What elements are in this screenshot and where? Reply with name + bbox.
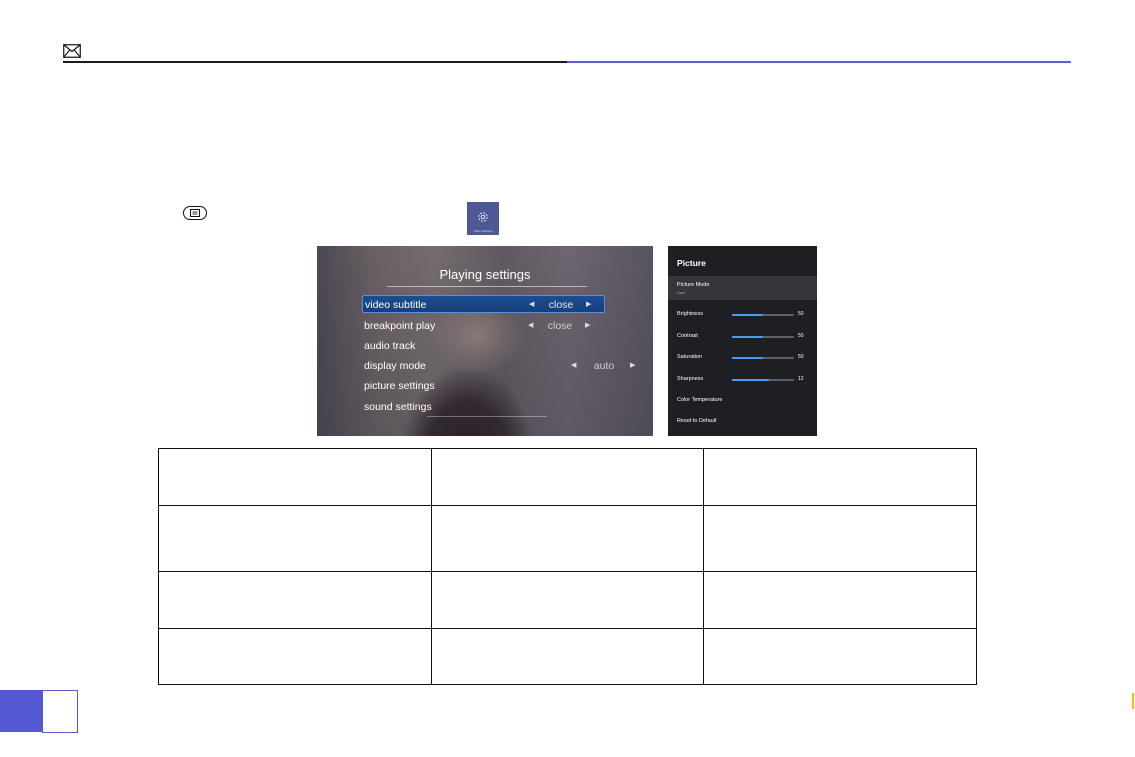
menu-row-value: auto: [593, 360, 615, 372]
slider-value: 12: [798, 376, 804, 382]
picture-mode-value: User: [677, 290, 686, 295]
table-cell: [431, 505, 704, 572]
table-cell: [703, 505, 977, 572]
slider-value: 50: [798, 311, 804, 317]
saturation-slider[interactable]: [732, 357, 794, 359]
settings-tile-label: Other Settings: [473, 229, 493, 233]
menu-row-label: picture settings: [364, 380, 435, 392]
reset-to-default-item[interactable]: Reset to Default: [677, 418, 716, 424]
page-number-tab: [0, 690, 42, 732]
slider-fill: [732, 314, 763, 316]
envelope-icon: [63, 44, 81, 58]
color-temperature-item[interactable]: Color Temperature: [677, 397, 722, 403]
table-cell: [158, 628, 432, 685]
table-cell: [431, 628, 704, 685]
contrast-row[interactable]: Contrast 50: [677, 333, 811, 343]
menu-row-display-mode[interactable]: display mode ◀ auto ▶: [362, 357, 635, 375]
slider-label: Contrast: [677, 333, 698, 339]
brightness-row[interactable]: Brightness 50: [677, 311, 811, 321]
sharpness-slider[interactable]: [732, 379, 794, 381]
menu-row-audio-track[interactable]: audio track: [362, 337, 605, 355]
table-row: [158, 628, 977, 685]
menu-row-label: display mode: [364, 360, 426, 372]
slider-value: 50: [798, 333, 804, 339]
title-divider: [387, 286, 587, 287]
menu-row-breakpoint-play[interactable]: breakpoint play ◀ close ▶: [362, 317, 605, 335]
table-row: [158, 571, 977, 629]
menu-key-icon: [183, 206, 207, 220]
page-number-box: [42, 690, 78, 733]
menu-row-sound-settings[interactable]: sound settings: [362, 398, 605, 416]
table-cell: [158, 571, 432, 629]
menu-row-value: close: [547, 320, 573, 332]
playing-settings-screen: Playing settings video subtitle ◀ close …: [317, 246, 653, 436]
menu-row-video-subtitle[interactable]: video subtitle ◀ close ▶: [362, 295, 605, 313]
arrow-left-icon[interactable]: ◀: [528, 317, 533, 335]
playing-settings-title: Playing settings: [439, 267, 531, 282]
menu-row-label: video subtitle: [365, 299, 427, 311]
picture-settings-panel: Picture Picture Mode User Brightness 50 …: [668, 246, 817, 436]
table-row: [158, 505, 977, 572]
picture-mode-label: Picture Mode: [677, 282, 710, 288]
menu-row-label: sound settings: [364, 401, 432, 413]
menu-row-value: close: [548, 299, 574, 311]
arrow-right-icon[interactable]: ▶: [630, 357, 635, 375]
table-cell: [703, 571, 977, 629]
menu-row-label: audio track: [364, 340, 416, 352]
slider-fill: [732, 336, 763, 338]
table-cell: [431, 448, 704, 506]
slider-label: Sharpness: [677, 376, 704, 382]
slider-label: Brightness: [677, 311, 703, 317]
picture-panel-title: Picture: [677, 258, 706, 268]
slider-value: 50: [798, 354, 804, 360]
header-rule-left: [63, 61, 567, 63]
slider-fill: [732, 357, 763, 359]
brightness-slider[interactable]: [732, 314, 794, 316]
table-row: [158, 448, 977, 506]
menu-row-label: breakpoint play: [364, 320, 436, 332]
arrow-right-icon[interactable]: ▶: [585, 317, 590, 335]
sharpness-row[interactable]: Sharpness 12: [677, 376, 811, 386]
saturation-row[interactable]: Saturation 50: [677, 354, 811, 364]
table-cell: [158, 505, 432, 572]
slider-fill: [732, 379, 770, 381]
edge-marker: [1132, 693, 1134, 709]
slider-label: Saturation: [677, 354, 703, 360]
table-cell: [431, 571, 704, 629]
picture-mode-row[interactable]: Picture Mode User: [668, 276, 817, 300]
gear-icon: [478, 212, 488, 222]
menu-bottom-divider: [427, 416, 547, 417]
table-cell: [703, 448, 977, 506]
info-table: [158, 448, 977, 685]
arrow-left-icon[interactable]: ◀: [571, 357, 576, 375]
menu-row-picture-settings[interactable]: picture settings: [362, 377, 605, 395]
contrast-slider[interactable]: [732, 336, 794, 338]
other-settings-tile: Other Settings: [467, 202, 499, 235]
arrow-left-icon[interactable]: ◀: [529, 296, 534, 314]
arrow-right-icon[interactable]: ▶: [586, 296, 591, 314]
header-rule-right: [567, 61, 1071, 63]
table-cell: [703, 628, 977, 685]
table-cell: [158, 448, 432, 506]
